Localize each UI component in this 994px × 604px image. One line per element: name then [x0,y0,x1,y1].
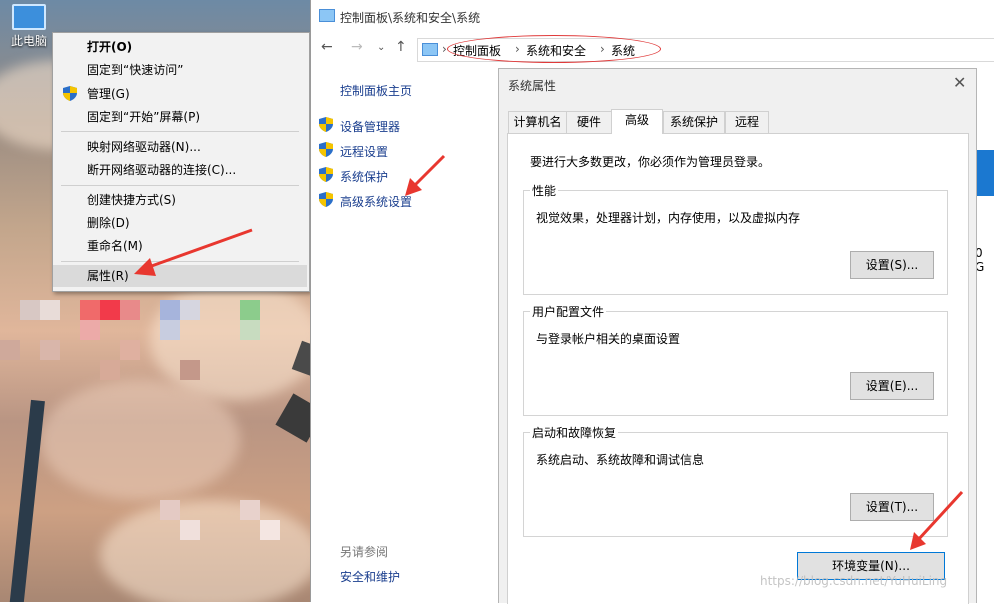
user-profiles-description: 与登录帐户相关的桌面设置 [536,332,681,346]
tab-remote[interactable]: 远程 [725,111,769,133]
startup-recovery-description: 系统启动、系统故障和调试信息 [536,453,705,467]
startup-recovery-group-title: 启动和故障恢复 [530,424,619,441]
uac-shield-icon [319,142,333,157]
dialog-title: 系统属性 [508,79,557,93]
menu-item-map-drive[interactable]: 映射网络驱动器(N)... [53,136,307,158]
menu-separator [61,131,299,132]
menu-item-delete[interactable]: 删除(D) [53,212,307,234]
admin-note: 要进行大多数更改，你必须作为管理员登录。 [530,155,771,169]
device-manager-link[interactable]: 设备管理器 [340,118,400,135]
menu-item-manage-label: 管理(G) [87,87,130,101]
menu-item-disconnect-drive[interactable]: 断开网络驱动器的连接(C)... [53,159,307,181]
menu-item-rename[interactable]: 重命名(M) [53,235,307,257]
uac-shield-icon [319,117,333,132]
menu-item-pin-start[interactable]: 固定到“开始”屏幕(P) [53,106,307,128]
partial-text: 0 G [975,246,985,274]
this-pc-label: 此电脑 [10,34,47,48]
system-icon [319,9,335,22]
forward-arrow-icon[interactable]: → [351,39,363,55]
close-icon[interactable]: ✕ [953,73,966,92]
tab-computer-name[interactable]: 计算机名 [508,111,567,133]
annotation-ellipse [447,35,661,63]
uac-shield-icon [319,192,333,207]
back-arrow-icon[interactable]: ← [321,39,333,55]
tab-hardware[interactable]: 硬件 [566,111,612,133]
left-pane: 控制面板主页 设备管理器 远程设置 系统保护 高级系统设置 另请参阅 安全和维护 [311,62,497,602]
background-pole [9,399,45,602]
startup-recovery-group: 启动和故障恢复 系统启动、系统故障和调试信息 设置(T)... [523,424,948,537]
up-arrow-icon[interactable]: ↑ [395,39,407,55]
system-icon [422,43,438,56]
menu-item-pin-quick-access[interactable]: 固定到“快速访问” [53,59,307,81]
tab-system-protection[interactable]: 系统保护 [663,111,725,133]
tab-advanced[interactable]: 高级 [611,109,663,134]
menu-item-create-shortcut[interactable]: 创建快捷方式(S) [53,189,307,211]
performance-description: 视觉效果，处理器计划，内存使用，以及虚拟内存 [536,211,801,225]
system-window: 控制面板\系统和安全\系统 ← → ⌄ ↑ › 控制面板 › 系统和安全 › 系… [310,0,994,604]
menu-separator [61,261,299,262]
menu-item-manage[interactable]: 管理(G) [53,83,307,105]
performance-settings-button[interactable]: 设置(S)... [850,251,934,279]
user-profiles-group-title: 用户配置文件 [530,303,607,320]
uac-shield-icon [319,167,333,182]
advanced-tab-panel: 要进行大多数更改，你必须作为管理员登录。 性能 视觉效果，处理器计划，内存使用，… [507,133,969,604]
recent-dropdown-icon[interactable]: ⌄ [377,42,385,53]
menu-item-properties[interactable]: 属性(R) [53,265,307,287]
menu-item-open[interactable]: 打开(O) [53,36,307,58]
control-panel-home-link[interactable]: 控制面板主页 [340,82,412,99]
window-titlebar: 控制面板\系统和安全\系统 [311,0,994,32]
performance-group: 性能 视觉效果，处理器计划，内存使用，以及虚拟内存 设置(S)... [523,182,948,295]
performance-group-title: 性能 [530,182,559,199]
security-maintenance-link[interactable]: 安全和维护 [340,568,400,585]
remote-settings-link[interactable]: 远程设置 [340,143,388,160]
menu-separator [61,185,299,186]
computer-icon [12,4,46,30]
uac-shield-icon [63,86,77,101]
system-protection-link[interactable]: 系统保护 [340,168,388,185]
this-pc-desktop-icon[interactable]: 此电脑 [6,0,52,62]
user-profiles-group: 用户配置文件 与登录帐户相关的桌面设置 设置(E)... [523,303,948,416]
advanced-system-settings-link[interactable]: 高级系统设置 [340,193,412,210]
startup-settings-button[interactable]: 设置(T)... [850,493,934,521]
see-also-heading: 另请参阅 [340,545,389,559]
window-title: 控制面板\系统和安全\系统 [340,11,481,25]
watermark: https://blog.csdn.net/YuHuiLing [760,574,948,588]
system-properties-dialog: 系统属性 ✕ 计算机名 硬件 高级 系统保护 远程 要进行大多数更改，你必须作为… [498,68,977,604]
context-menu: 打开(O) 固定到“快速访问” 管理(G) 固定到“开始”屏幕(P) 映射网络驱… [52,32,310,292]
user-profiles-settings-button[interactable]: 设置(E)... [850,372,934,400]
